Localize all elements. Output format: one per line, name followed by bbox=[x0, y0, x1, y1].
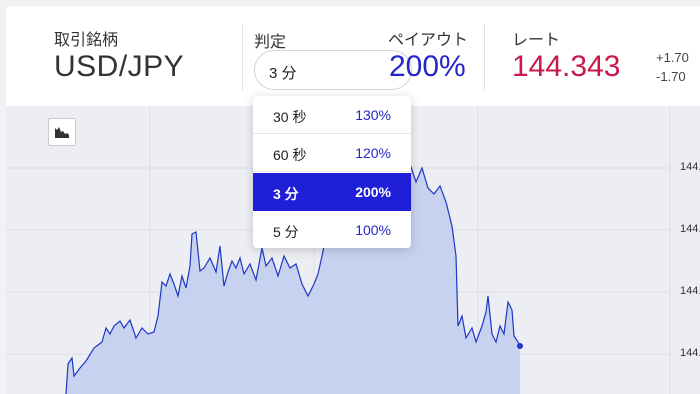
divider bbox=[484, 24, 485, 90]
option-label: 60 秒 bbox=[273, 147, 307, 163]
rate-value: 144.343 bbox=[512, 50, 621, 83]
chart-type-button[interactable] bbox=[48, 118, 76, 146]
judge-label: 判定 bbox=[254, 34, 287, 51]
current-price-dot bbox=[517, 343, 523, 349]
payout-value: 200% bbox=[389, 50, 466, 83]
rate-label: レート bbox=[512, 32, 561, 49]
trade-panel: 取引銘柄 USD/JPY 判定 3 分 ペイアウト 200% レート 144.3… bbox=[0, 0, 700, 394]
trade-header: 取引銘柄 USD/JPY 判定 3 分 ペイアウト 200% レート 144.3… bbox=[6, 6, 700, 106]
change-up: +1.70 bbox=[656, 50, 689, 65]
symbol-value: USD/JPY bbox=[54, 50, 185, 83]
option-label: 30 秒 bbox=[273, 109, 307, 125]
y-tick-label: 144. bbox=[680, 161, 700, 173]
judge-option-5m[interactable]: 5 分 100% bbox=[253, 211, 411, 248]
payout-label: ペイアウト bbox=[388, 32, 469, 49]
option-label: 3 分 bbox=[273, 186, 299, 202]
y-tick-label: 144. bbox=[680, 285, 700, 297]
symbol-label: 取引銘柄 bbox=[54, 32, 119, 49]
y-tick-label: 144. bbox=[680, 347, 700, 359]
judge-option-3m[interactable]: 3 分 200% bbox=[253, 173, 411, 211]
option-payout: 130% bbox=[355, 107, 391, 123]
judge-option-60s[interactable]: 60 秒 120% bbox=[253, 134, 411, 172]
option-label: 5 分 bbox=[273, 224, 299, 240]
option-payout: 200% bbox=[355, 184, 391, 200]
judge-option-30s[interactable]: 30 秒 130% bbox=[253, 96, 411, 134]
divider bbox=[242, 24, 243, 90]
option-payout: 120% bbox=[355, 145, 391, 161]
option-payout: 100% bbox=[355, 222, 391, 238]
judge-select-value: 3 分 bbox=[269, 65, 297, 82]
judge-dropdown: 30 秒 130% 60 秒 120% 3 分 200% 5 分 100% bbox=[253, 96, 411, 248]
y-tick-label: 144. bbox=[680, 223, 700, 235]
change-down: -1.70 bbox=[656, 69, 686, 84]
